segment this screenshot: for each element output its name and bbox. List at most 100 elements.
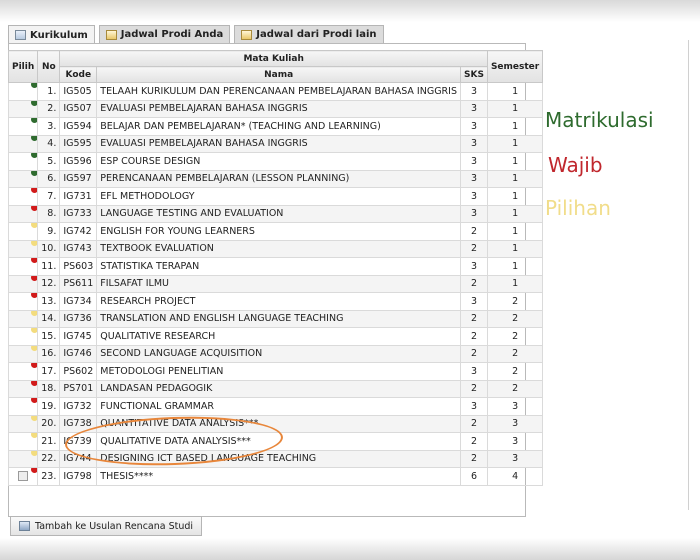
course-name: ENGLISH FOR YOUNG LEARNERS [96,222,461,241]
course-semester: 2 [486,344,544,363]
pilih-cell[interactable] [7,397,39,416]
pilih-cell[interactable] [7,309,39,328]
row-number: 11. [37,257,61,276]
course-sks: 3 [460,292,488,311]
table-row[interactable]: 6. IG597 PERENCANAAN PEMBELAJARAN (LESSON … [7,169,544,188]
course-semester: 1 [486,204,544,223]
table-row[interactable]: 18. PS701 LANDASAN PEDAGOGIK 2 2 [7,379,544,398]
course-name: BELAJAR DAN PEMBELAJARAN* (TEACHING AND … [96,117,461,136]
header-no: No [37,50,61,83]
category-marker-dot [31,363,37,368]
row-number: 17. [37,362,61,381]
pilih-cell[interactable] [7,134,39,153]
row-number: 16. [37,344,61,363]
category-marker-dot [31,345,37,351]
category-marker-dot [31,205,37,211]
course-name: EVALUASI PEMBELAJARAN BAHASA INGGRIS [96,134,461,153]
category-marker-dot [31,398,37,403]
course-code: IG742 [59,222,98,241]
table-row[interactable]: 4. IG595 EVALUASI PEMBELAJARAN BAHASA INGG… [7,134,544,153]
pilih-cell[interactable] [7,187,39,206]
pilih-cell[interactable] [7,274,39,293]
table-row[interactable]: 2. IG507 EVALUASI PEMBELAJARAN BAHASA INGG… [7,99,544,118]
pilih-cell[interactable] [7,292,39,311]
course-sks: 3 [460,134,488,153]
category-marker-dot [31,450,37,456]
pilih-cell[interactable] [7,222,39,241]
course-semester: 1 [486,152,544,171]
course-name: STATISTIKA TERAPAN [96,257,461,276]
table-row[interactable]: 9. IG742 ENGLISH FOR YOUNG LEARNERS 2 1 [7,222,544,241]
pilih-cell[interactable] [7,432,39,451]
tab-kurikulum[interactable]: Kurikulum [8,25,95,44]
pilih-cell[interactable] [7,449,39,468]
course-semester: 1 [486,239,544,258]
table-row[interactable]: 10. IG743 TEXTBOOK EVALUATION 2 1 [7,239,544,258]
pilih-cell[interactable] [7,117,39,136]
course-sks: 2 [460,239,488,258]
pilih-cell[interactable] [7,204,39,223]
row-number: 21. [37,432,61,451]
course-sks: 3 [460,169,488,188]
table-row[interactable]: 14. IG736 TRANSLATION AND ENGLISH LANGUAGE… [7,309,544,328]
pilih-cell[interactable] [7,362,39,381]
course-name: SECOND LANGUAGE ACQUISITION [96,344,461,363]
table-row[interactable]: 1. IG505 TELAAH KURIKULUM DAN PERENCANAAN … [7,82,544,101]
course-code: IG734 [59,292,98,311]
pilih-cell[interactable] [7,414,39,433]
course-code: IG746 [59,344,98,363]
category-marker-dot [31,433,37,438]
category-marker-dot [31,275,37,281]
pilih-cell[interactable] [7,467,39,486]
table-row[interactable]: 16. IG746 SECOND LANGUAGE ACQUISITION 2 2 [7,344,544,363]
course-semester: 2 [486,362,544,381]
tab-kurikulum-label: Kurikulum [30,29,88,41]
course-code: IG597 [59,169,98,188]
add-icon [19,521,30,531]
row-number: 14. [37,309,61,328]
table-row[interactable]: 23. IG798 THESIS**** 6 4 [7,467,544,486]
pilih-cell[interactable] [7,169,39,188]
category-marker-dot [31,223,37,228]
course-code: IG505 [59,82,98,101]
course-sks: 2 [460,449,488,468]
course-code: IG798 [59,467,98,486]
course-semester: 3 [486,449,544,468]
course-name: LANGUAGE TESTING AND EVALUATION [96,204,461,223]
pilih-cell[interactable] [7,152,39,171]
header-semester: Semester [486,50,544,83]
table-row[interactable]: 5. IG596 ESP COURSE DESIGN 3 1 [7,152,544,171]
pilih-cell[interactable] [7,239,39,258]
table-row[interactable]: 15. IG745 QUALITATIVE RESEARCH 2 2 [7,327,544,346]
legend-wajib: Wajib [548,153,603,177]
pilih-cell[interactable] [7,257,39,276]
row-number: 23. [37,467,61,486]
select-checkbox[interactable] [18,471,29,482]
pilih-cell[interactable] [7,99,39,118]
tab-bar: Kurikulum Jadwal Prodi Anda Jadwal dari … [8,25,384,44]
table-row[interactable]: 17. PS602 METODOLOGI PENELITIAN 3 2 [7,362,544,381]
table-row[interactable]: 8. IG733 LANGUAGE TESTING AND EVALUATION 3 1 [7,204,544,223]
course-code: PS701 [59,379,98,398]
course-sks: 3 [460,257,488,276]
tab-jadwal-prodi-anda[interactable]: Jadwal Prodi Anda [98,25,231,43]
course-semester: 4 [486,467,544,486]
course-sks: 2 [460,344,488,363]
table-row[interactable]: 12. PS611 FILSAFAT ILMU 2 1 [7,274,544,293]
add-to-study-plan-button[interactable]: Tambah ke Usulan Rencana Studi [10,516,203,536]
category-marker-dot [31,468,37,473]
row-number: 15. [37,327,61,346]
table-row[interactable]: 3. IG594 BELAJAR DAN PEMBELAJARAN* (TEACHI… [7,117,544,136]
table-row[interactable]: 13. IG734 RESEARCH PROJECT 3 2 [7,292,544,311]
pilih-cell[interactable] [7,327,39,346]
table-row[interactable]: 19. IG732 FUNCTIONAL GRAMMAR 3 3 [7,397,544,416]
tab-jadwal-prodi-lain[interactable]: Jadwal dari Prodi lain [234,25,384,43]
course-name: METODOLOGI PENELITIAN [96,362,461,381]
table-row[interactable]: 7. IG731 EFL METHODOLOGY 3 1 [7,187,544,206]
row-number: 20. [37,414,61,433]
pilih-cell[interactable] [7,82,39,101]
pilih-cell[interactable] [7,379,39,398]
table-row[interactable]: 11. PS603 STATISTIKA TERAPAN 3 1 [7,257,544,276]
pilih-cell[interactable] [7,344,39,363]
panel-edge [688,40,700,510]
